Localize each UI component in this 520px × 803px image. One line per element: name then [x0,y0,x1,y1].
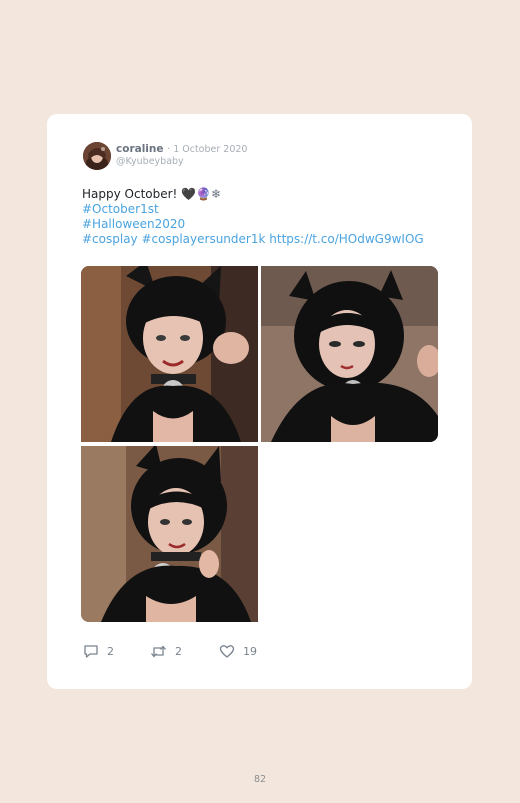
hashtag-october1st[interactable]: #October1st [82,202,452,217]
author-name[interactable]: coraline [116,143,164,155]
tweet-text-line-1: Happy October! 🖤🔮❄ [82,187,452,202]
snowflake-icon: ❄ [211,187,222,201]
crystal-ball-icon: 🔮 [196,187,212,201]
retweet-button[interactable]: 2 [150,644,182,659]
reply-count: 2 [107,645,114,658]
hashtag-halloween2020[interactable]: #Halloween2020 [82,217,452,232]
heart-icon [219,645,235,658]
tweet-text-main: Happy October! [82,187,182,201]
tweet-link[interactable]: https://t.co/HOdwG9wIOG [269,232,423,246]
avatar[interactable] [83,142,111,170]
hashtag-cosplay[interactable]: #cosplay [82,232,138,246]
author-handle[interactable]: @Kyubeybaby [116,156,184,167]
tweet-photo-1[interactable] [81,266,258,442]
reply-icon [84,645,98,658]
black-heart-icon: 🖤 [181,187,197,201]
like-count: 19 [243,645,257,658]
reply-button[interactable]: 2 [83,644,114,659]
tweet-text-line-4: #cosplay #cosplayersunder1k https://t.co… [82,232,452,247]
retweet-count: 2 [175,645,182,658]
author-name-line: coraline · 1 October 2020 [116,143,247,155]
retweet-icon [151,645,166,658]
like-button[interactable]: 19 [219,644,257,659]
hashtag-cosplayersunder1k[interactable]: #cosplayersunder1k [141,232,265,246]
tweet-photo-2[interactable] [261,266,438,442]
tweet-date[interactable]: · 1 October 2020 [167,144,247,155]
page-number: 82 [253,774,267,785]
tweet-text: Happy October! 🖤🔮❄ #October1st #Hallowee… [82,187,452,247]
tweet-card: coraline · 1 October 2020 @Kyubeybaby Ha… [47,114,472,689]
tweet-photo-3[interactable] [81,446,258,622]
